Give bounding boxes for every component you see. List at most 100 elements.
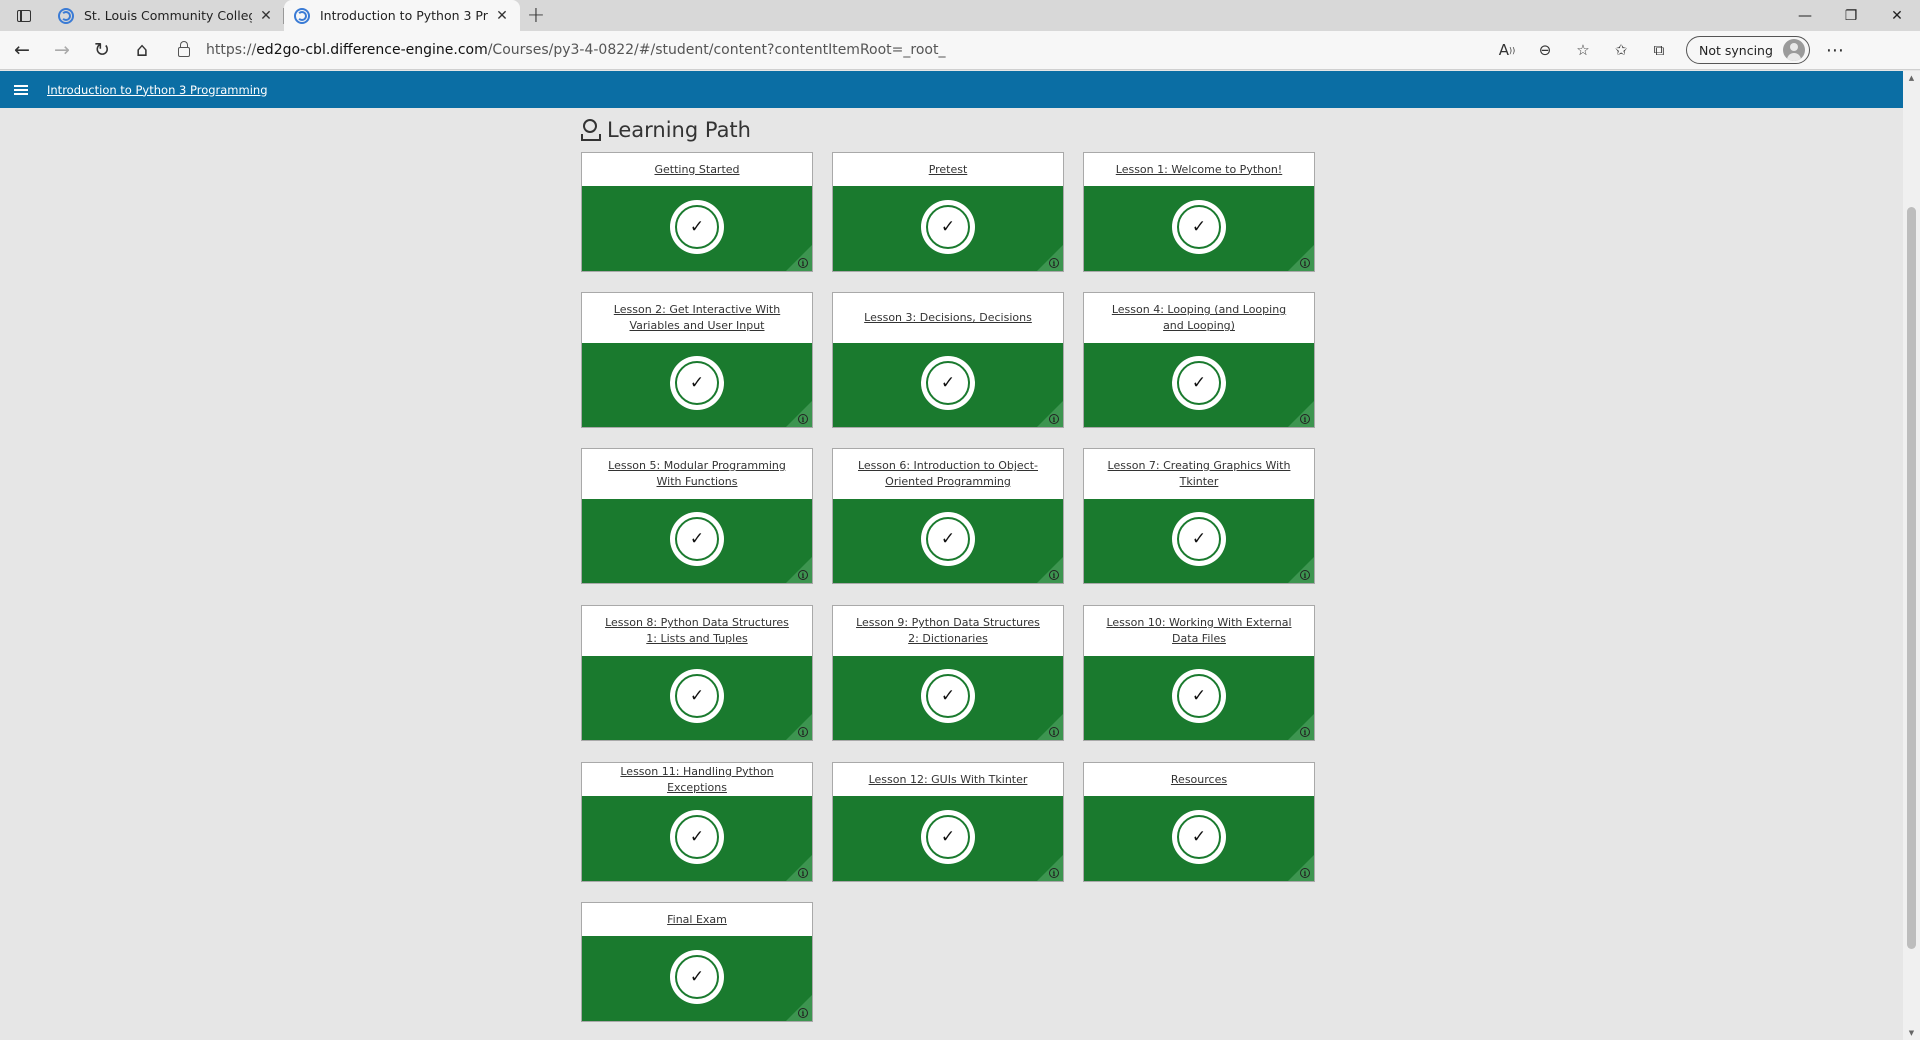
tab-actions-button[interactable] <box>0 0 48 31</box>
learning-path-card[interactable]: Lesson 3: Decisions, Decisions ✓ i <box>832 292 1064 428</box>
learning-path-card[interactable]: Lesson 12: GUIs With Tkinter ✓ i <box>832 762 1064 882</box>
favorite-add-icon[interactable]: ☆ <box>1564 34 1602 66</box>
scroll-up-icon[interactable]: ▲ <box>1903 71 1920 85</box>
card-title-link[interactable]: Lesson 2: Get Interactive With Variables… <box>598 302 796 334</box>
learning-path-card[interactable]: Lesson 8: Python Data Structures 1: List… <box>581 605 813 741</box>
profile-sync-button[interactable]: Not syncing <box>1686 36 1810 64</box>
card-status-area: ✓ i <box>1084 499 1314 583</box>
info-icon[interactable]: i <box>1049 570 1059 580</box>
complete-check-icon: ✓ <box>921 356 975 410</box>
complete-check-icon: ✓ <box>921 669 975 723</box>
card-status-area: ✓ i <box>1084 343 1314 427</box>
close-window-icon[interactable]: ✕ <box>1874 0 1920 31</box>
hamburger-menu-icon[interactable] <box>14 84 28 95</box>
read-aloud-icon[interactable]: A)) <box>1488 34 1526 66</box>
info-icon[interactable]: i <box>798 1008 808 1018</box>
site-header: Introduction to Python 3 Programming <box>0 71 1903 108</box>
info-icon[interactable]: i <box>798 727 808 737</box>
info-icon[interactable]: i <box>798 570 808 580</box>
learning-path-card[interactable]: Lesson 7: Creating Graphics With Tkinter… <box>1083 448 1315 584</box>
learning-path-card[interactable]: Lesson 5: Modular Programming With Funct… <box>581 448 813 584</box>
card-status-area: ✓ i <box>1084 796 1314 881</box>
plus-icon: + <box>526 3 546 28</box>
info-icon[interactable]: i <box>1300 727 1310 737</box>
learning-path-card[interactable]: Lesson 1: Welcome to Python! ✓ i <box>1083 152 1315 272</box>
close-icon[interactable]: ✕ <box>258 8 274 24</box>
course-title-link[interactable]: Introduction to Python 3 Programming <box>47 83 268 97</box>
info-icon[interactable]: i <box>1049 258 1059 268</box>
page-scrollbar[interactable]: ▲ ▼ <box>1903 71 1920 1040</box>
scroll-down-icon[interactable]: ▼ <box>1903 1026 1920 1040</box>
learning-path-card[interactable]: Lesson 2: Get Interactive With Variables… <box>581 292 813 428</box>
card-header: Lesson 4: Looping (and Looping and Loopi… <box>1084 293 1314 343</box>
close-icon[interactable]: ✕ <box>494 8 510 24</box>
card-title-link[interactable]: Resources <box>1171 772 1227 788</box>
card-title-link[interactable]: Lesson 1: Welcome to Python! <box>1116 162 1282 178</box>
learning-path-card[interactable]: Lesson 6: Introduction to Object-Oriente… <box>832 448 1064 584</box>
lock-icon[interactable] <box>178 41 190 57</box>
info-icon[interactable]: i <box>1300 570 1310 580</box>
card-header: Lesson 9: Python Data Structures 2: Dict… <box>833 606 1063 656</box>
sync-label: Not syncing <box>1699 42 1773 58</box>
learning-path-card[interactable]: Final Exam ✓ i <box>581 902 813 1022</box>
refresh-icon[interactable]: ↻ <box>84 34 120 66</box>
card-title-link[interactable]: Lesson 10: Working With External Data Fi… <box>1100 615 1298 647</box>
back-icon[interactable]: ← <box>4 34 40 66</box>
browser-tab-0[interactable]: St. Louis Community College: My ✕ <box>48 0 284 31</box>
complete-check-icon: ✓ <box>670 950 724 1004</box>
card-title-link[interactable]: Final Exam <box>667 912 727 928</box>
learning-path-card[interactable]: Pretest ✓ i <box>832 152 1064 272</box>
complete-check-icon: ✓ <box>670 810 724 864</box>
zoom-icon[interactable]: ⊖ <box>1526 34 1564 66</box>
info-icon[interactable]: i <box>798 868 808 878</box>
card-title-link[interactable]: Lesson 9: Python Data Structures 2: Dict… <box>849 615 1047 647</box>
more-icon[interactable]: ⋯ <box>1816 34 1854 66</box>
card-title-link[interactable]: Lesson 7: Creating Graphics With Tkinter <box>1100 458 1298 490</box>
info-icon[interactable]: i <box>1049 414 1059 424</box>
learning-path-card[interactable]: Lesson 4: Looping (and Looping and Loopi… <box>1083 292 1315 428</box>
info-icon[interactable]: i <box>1300 258 1310 268</box>
card-status-area: ✓ i <box>1084 186 1314 271</box>
info-icon[interactable]: i <box>1049 868 1059 878</box>
site-favicon-icon <box>294 7 310 24</box>
card-title-link[interactable]: Pretest <box>929 162 968 178</box>
card-status-area: ✓ i <box>582 186 812 271</box>
complete-check-icon: ✓ <box>670 356 724 410</box>
learning-path-card[interactable]: Lesson 11: Handling Python Exceptions ✓ i <box>581 762 813 882</box>
learning-path-card[interactable]: Lesson 9: Python Data Structures 2: Dict… <box>832 605 1064 741</box>
complete-check-icon: ✓ <box>670 512 724 566</box>
collections-icon[interactable]: ⧉ <box>1640 34 1678 66</box>
learning-path-card[interactable]: Getting Started ✓ i <box>581 152 813 272</box>
address-bar[interactable]: https://ed2go-cbl.difference-engine.com /… <box>178 35 1488 65</box>
info-icon[interactable]: i <box>798 414 808 424</box>
card-title-link[interactable]: Getting Started <box>654 162 739 178</box>
url-prefix: https:// <box>206 42 257 58</box>
tab-actions-icon <box>17 9 31 22</box>
restore-icon[interactable]: ❐ <box>1828 0 1874 31</box>
info-icon[interactable]: i <box>1049 727 1059 737</box>
card-title-link[interactable]: Lesson 11: Handling Python Exceptions <box>598 764 796 796</box>
scrollbar-thumb[interactable] <box>1907 207 1916 949</box>
card-status-area: ✓ i <box>582 936 812 1021</box>
card-title-link[interactable]: Lesson 4: Looping (and Looping and Loopi… <box>1100 302 1298 334</box>
learning-path-card[interactable]: Resources ✓ i <box>1083 762 1315 882</box>
new-tab-button[interactable]: + <box>520 0 552 31</box>
card-title-link[interactable]: Lesson 8: Python Data Structures 1: List… <box>598 615 796 647</box>
card-header: Lesson 5: Modular Programming With Funct… <box>582 449 812 499</box>
card-title-link[interactable]: Lesson 6: Introduction to Object-Oriente… <box>849 458 1047 490</box>
card-title-link[interactable]: Lesson 5: Modular Programming With Funct… <box>598 458 796 490</box>
url-path: /Courses/py3-4-0822/#/student/content?co… <box>487 42 946 58</box>
card-header: Final Exam <box>582 903 812 936</box>
minimize-icon[interactable]: — <box>1782 0 1828 31</box>
card-title-link[interactable]: Lesson 12: GUIs With Tkinter <box>869 772 1028 788</box>
home-icon[interactable]: ⌂ <box>124 34 160 66</box>
info-icon[interactable]: i <box>1300 868 1310 878</box>
card-header: Lesson 2: Get Interactive With Variables… <box>582 293 812 343</box>
learning-path-card[interactable]: Lesson 10: Working With External Data Fi… <box>1083 605 1315 741</box>
info-icon[interactable]: i <box>798 258 808 268</box>
favorites-icon[interactable]: ✩ <box>1602 34 1640 66</box>
info-icon[interactable]: i <box>1300 414 1310 424</box>
browser-tab-1[interactable]: Introduction to Python 3 Program ✕ <box>284 0 520 31</box>
forward-icon[interactable]: → <box>44 34 80 66</box>
card-title-link[interactable]: Lesson 3: Decisions, Decisions <box>864 310 1032 326</box>
